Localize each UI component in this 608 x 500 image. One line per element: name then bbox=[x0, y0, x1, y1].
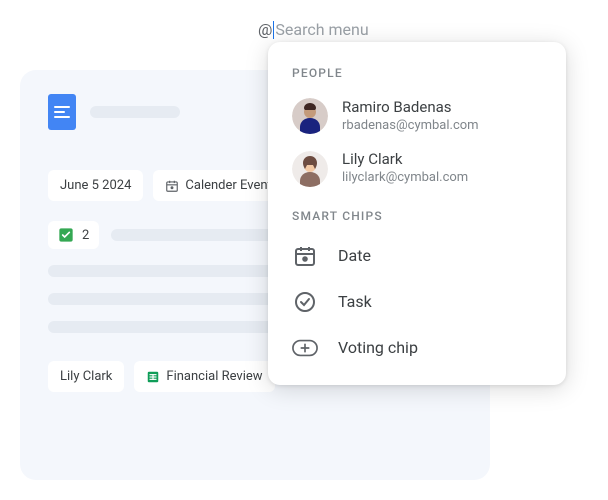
avatar bbox=[292, 98, 328, 134]
person-email: rbadenas@cymbal.com bbox=[342, 118, 479, 135]
sheets-chip[interactable]: Financial Review bbox=[134, 361, 274, 392]
doc-title-placeholder bbox=[90, 106, 180, 118]
person-name: Ramiro Badenas bbox=[342, 98, 479, 118]
checkmark-icon bbox=[58, 227, 74, 243]
section-smartchips-label: SMART CHIPS bbox=[268, 203, 566, 233]
date-chip[interactable]: June 5 2024 bbox=[48, 170, 143, 201]
person-name: Lily Clark bbox=[342, 150, 468, 170]
mention-menu: PEOPLE Ramiro Badenas rbadenas@cymbal.co… bbox=[268, 42, 566, 385]
voting-chip-icon bbox=[292, 335, 318, 361]
search-placeholder: Search menu bbox=[275, 20, 368, 39]
at-symbol: @ bbox=[258, 20, 272, 39]
smartchip-date-label: Date bbox=[338, 246, 371, 265]
task-icon bbox=[292, 289, 318, 315]
person-option-ramiro[interactable]: Ramiro Badenas rbadenas@cymbal.com bbox=[268, 90, 566, 142]
checkbox-chip[interactable]: 2 bbox=[48, 221, 99, 249]
smartchip-date[interactable]: Date bbox=[268, 233, 566, 279]
smartchip-task-label: Task bbox=[338, 292, 372, 311]
person-chip-label: Lily Clark bbox=[60, 369, 112, 384]
sheets-icon bbox=[146, 370, 160, 384]
text-placeholder bbox=[48, 321, 296, 333]
person-email: lilyclark@cymbal.com bbox=[342, 170, 468, 187]
smartchip-voting[interactable]: Voting chip bbox=[268, 325, 566, 371]
person-info: Ramiro Badenas rbadenas@cymbal.com bbox=[342, 98, 479, 134]
at-mention-search[interactable]: @ Search menu bbox=[258, 20, 369, 39]
person-chip[interactable]: Lily Clark bbox=[48, 361, 124, 392]
calendar-event-chip[interactable]: Calender Event bbox=[153, 170, 283, 201]
person-info: Lily Clark lilyclark@cymbal.com bbox=[342, 150, 468, 186]
google-docs-icon bbox=[48, 94, 76, 130]
check-count: 2 bbox=[82, 228, 89, 243]
section-people-label: PEOPLE bbox=[268, 60, 566, 90]
avatar bbox=[292, 151, 328, 187]
date-chip-label: June 5 2024 bbox=[60, 178, 131, 193]
person-option-lily[interactable]: Lily Clark lilyclark@cymbal.com bbox=[268, 142, 566, 194]
smartchip-voting-label: Voting chip bbox=[338, 338, 418, 357]
sheets-chip-label: Financial Review bbox=[166, 369, 262, 384]
calendar-chip-label: Calender Event bbox=[185, 178, 271, 193]
date-icon bbox=[292, 243, 318, 269]
text-cursor bbox=[273, 21, 274, 39]
calendar-icon bbox=[165, 179, 179, 193]
smartchip-task[interactable]: Task bbox=[268, 279, 566, 325]
